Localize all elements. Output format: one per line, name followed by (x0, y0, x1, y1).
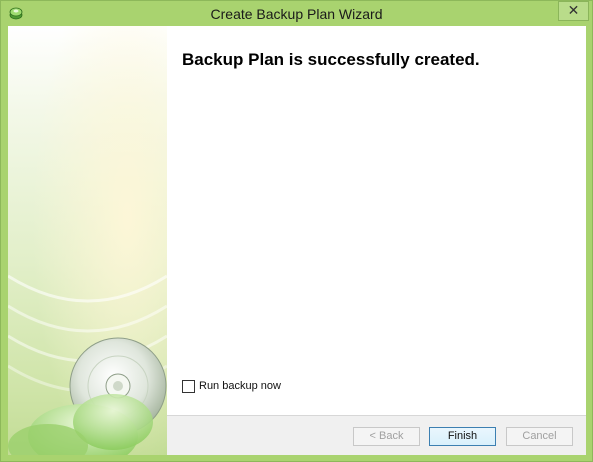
wizard-side-banner (8, 26, 167, 455)
page-heading: Backup Plan is successfully created. (182, 50, 480, 69)
cancel-button[interactable]: Cancel (506, 427, 573, 446)
close-button[interactable]: ✕ (558, 1, 589, 21)
disc-banner-artwork (8, 26, 167, 455)
wizard-client-area: Backup Plan is successfully created. Run… (8, 26, 586, 455)
title-bar[interactable]: Create Backup Plan Wizard ✕ (1, 1, 592, 26)
wizard-window: Create Backup Plan Wizard ✕ Backup Plan … (0, 0, 593, 462)
back-button[interactable]: < Back (353, 427, 420, 446)
close-icon: ✕ (567, 3, 580, 19)
window-title: Create Backup Plan Wizard (210, 6, 383, 22)
wizard-footer: < Back Finish Cancel (167, 416, 586, 455)
wizard-content: Backup Plan is successfully created. Run… (167, 26, 586, 416)
run-backup-now-label: Run backup now (199, 380, 281, 392)
run-backup-now-checkbox[interactable] (182, 380, 195, 393)
finish-button[interactable]: Finish (429, 427, 496, 446)
